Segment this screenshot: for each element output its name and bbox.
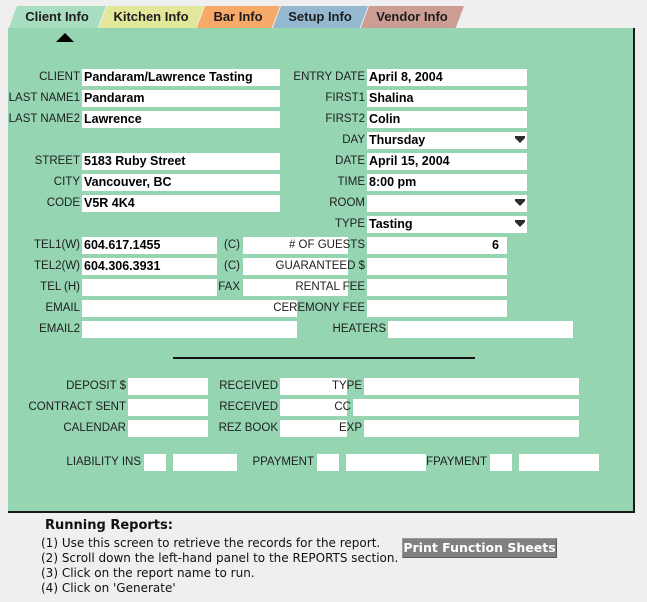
field-fpayment-flag[interactable]	[490, 454, 512, 471]
label-time: TIME	[337, 176, 365, 188]
field-card-type[interactable]	[364, 378, 579, 395]
label-mid-received-1: RECEIVED	[219, 401, 278, 413]
label-email: EMAIL	[45, 302, 80, 314]
label-deposit-col-calendar-2: CALENDAR	[63, 422, 126, 434]
field-time[interactable]: 8:00 pm	[367, 174, 527, 191]
field-date[interactable]: April 15, 2004	[367, 153, 527, 170]
tab-kitchen-info[interactable]: Kitchen Info	[98, 6, 204, 30]
label-rental-fee: RENTAL FEE	[295, 281, 365, 293]
field-type[interactable]: Tasting	[367, 216, 527, 233]
footer-instructions: Running Reports: (1) Use this screen to …	[0, 515, 647, 602]
label-ceremony-fee: CEREMONY FEE	[273, 302, 365, 314]
field-guaranteed[interactable]	[367, 258, 507, 275]
label-tel1-w-c: (C)	[224, 239, 240, 251]
label-last-name1: LAST NAME1	[8, 92, 80, 104]
label-city: CITY	[53, 176, 80, 188]
label-card-type: TYPE	[331, 380, 362, 392]
field-liability-ins-flag[interactable]	[144, 454, 166, 471]
report-step-1: (1) Use this screen to retrieve the reco…	[41, 536, 381, 550]
label-code: CODE	[46, 197, 80, 209]
label-ppayment: PPAYMENT	[252, 456, 314, 468]
label-entry-date: ENTRY DATE	[293, 71, 365, 83]
label-card-exp: EXP	[338, 422, 362, 434]
label-room: ROOM	[329, 197, 365, 209]
field-rental-fee[interactable]	[367, 279, 507, 296]
field-ppayment-flag[interactable]	[317, 454, 339, 471]
field-ceremony-fee[interactable]	[367, 300, 507, 317]
field-of-guests[interactable]: 6	[367, 237, 507, 254]
field-fpayment-amount[interactable]	[519, 454, 599, 471]
chevron-down-icon	[515, 201, 525, 206]
label-heaters: HEATERS	[332, 323, 386, 335]
label-tel-h-fax: FAX	[218, 281, 240, 293]
label-deposit-col-contract-sent-1: CONTRACT SENT	[28, 401, 126, 413]
label-street: STREET	[34, 155, 80, 167]
label-liability-ins: LIABILITY INS	[66, 456, 141, 468]
field-first1[interactable]: Shalina	[367, 90, 527, 107]
label-tel1-w: TEL1(W)	[34, 239, 80, 251]
field-first2[interactable]: Colin	[367, 111, 527, 128]
tab-client-info[interactable]: Client Info	[8, 6, 106, 30]
label-card-cc: CC	[334, 401, 351, 413]
label-mid-rez-book-2: REZ BOOK	[218, 422, 278, 434]
label-last-name2: LAST NAME2	[8, 113, 80, 125]
field-day[interactable]: Thursday	[367, 132, 527, 149]
report-step-3: (3) Click on the report name to run.	[41, 566, 255, 580]
report-step-2: (2) Scroll down the left-hand panel to t…	[41, 551, 399, 565]
chevron-down-icon	[515, 138, 525, 143]
section-divider	[173, 357, 475, 359]
field-entry-date[interactable]: April 8, 2004	[367, 69, 527, 86]
running-reports-title: Running Reports:	[45, 518, 173, 533]
label-day: DAY	[342, 134, 365, 146]
field-room[interactable]	[367, 195, 527, 212]
label-of-guests: # OF GUESTS	[288, 239, 365, 251]
label-tel2-w-c: (C)	[224, 260, 240, 272]
report-step-4: (4) Click on 'Generate'	[41, 581, 176, 595]
print-function-sheets-button[interactable]: Print Function Sheets	[402, 538, 557, 558]
tab-vendor-info[interactable]: Vendor Info	[360, 6, 464, 30]
client-info-panel: CLIENT Pandaram/Lawrence Tasting LAST NAME…	[8, 28, 635, 513]
tab-bar: Client Info Kitchen Info Bar Info Setup Inf…	[0, 0, 647, 30]
label-client: CLIENT	[39, 71, 80, 83]
label-date: DATE	[335, 155, 365, 167]
label-guaranteed: GUARANTEED $	[275, 260, 365, 272]
active-tab-marker-icon	[56, 33, 74, 42]
label-fpayment: FPAYMENT	[426, 456, 487, 468]
label-email2: EMAIL2	[39, 323, 80, 335]
label-first2: FIRST2	[325, 113, 365, 125]
field-card-cc[interactable]	[353, 399, 579, 416]
label-mid-received-0: RECEIVED	[219, 380, 278, 392]
label-tel-h: TEL (H)	[40, 281, 80, 293]
tab-bar-info[interactable]: Bar Info	[196, 6, 280, 30]
field-heaters[interactable]	[388, 321, 573, 338]
tab-setup-info[interactable]: Setup Info	[272, 6, 368, 30]
label-first1: FIRST1	[325, 92, 365, 104]
label-deposit-col-deposit-0: DEPOSIT $	[66, 380, 126, 392]
field-card-exp[interactable]	[364, 420, 579, 437]
label-type: TYPE	[334, 218, 365, 230]
chevron-down-icon	[515, 222, 525, 227]
label-tel2-w: TEL2(W)	[34, 260, 80, 272]
